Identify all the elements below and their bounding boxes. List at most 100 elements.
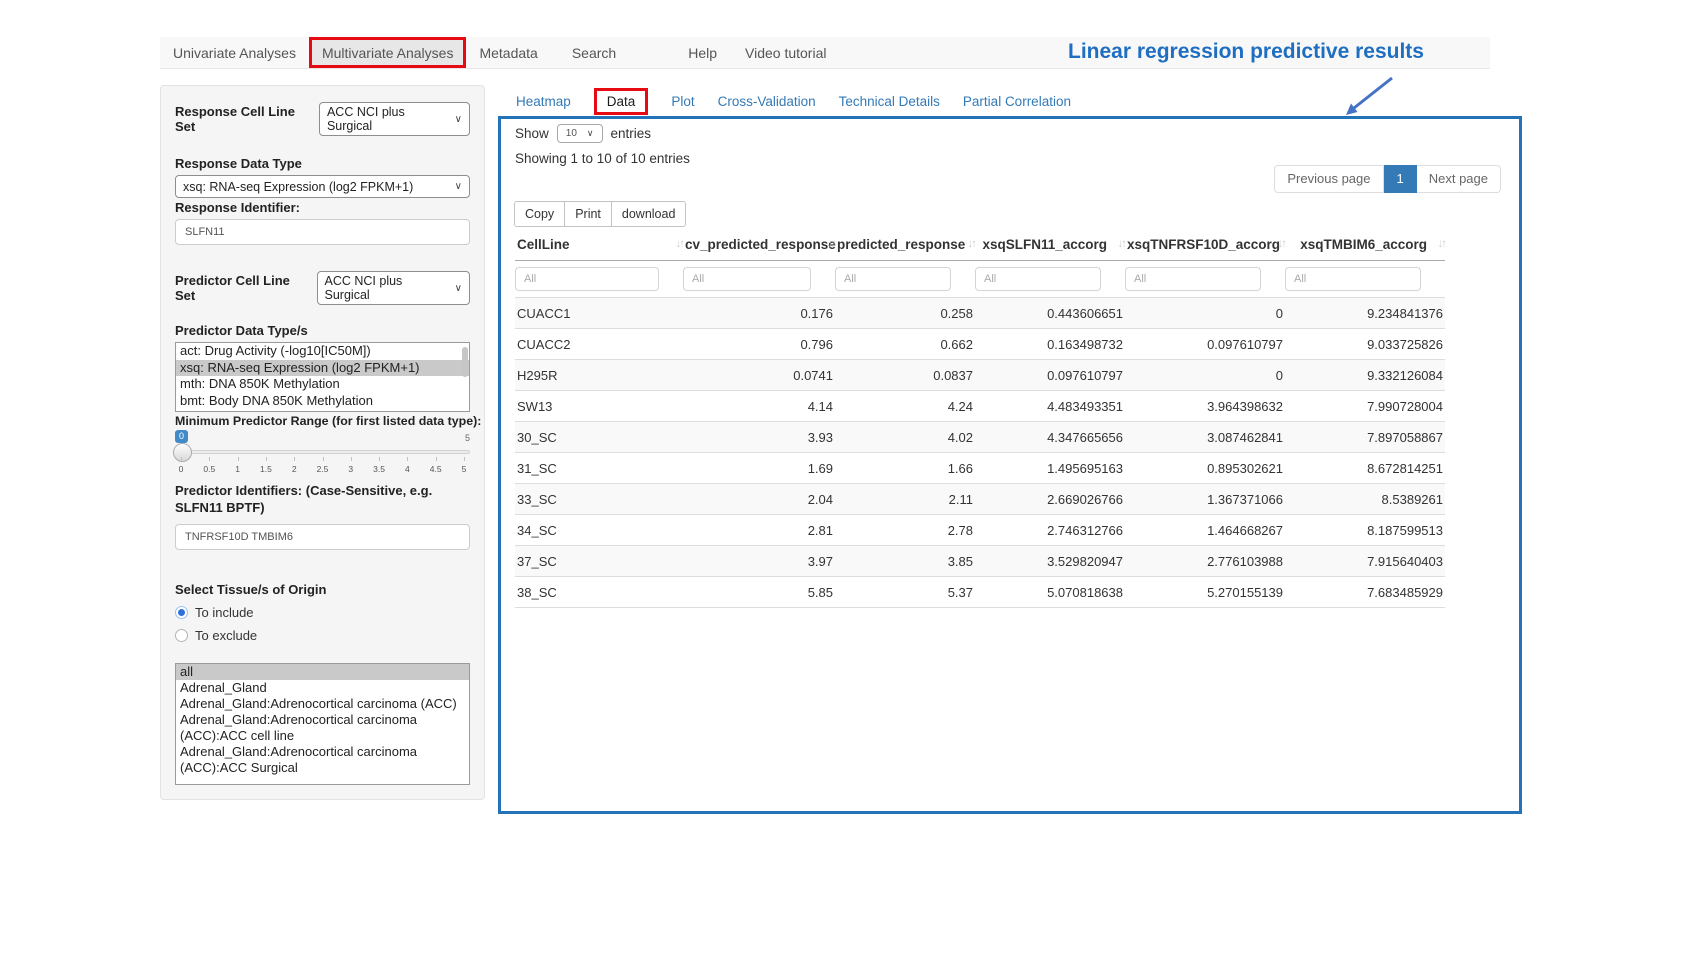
table-cell: 2.776103988	[1125, 546, 1285, 577]
tab-cross-validation[interactable]: Cross-Validation	[718, 94, 816, 109]
download-button[interactable]: download	[611, 201, 687, 227]
sort-icon[interactable]: ↓↑	[1278, 238, 1286, 250]
tissue-option[interactable]: Adrenal_Gland	[176, 680, 469, 696]
tissue-origin-radio-to-include[interactable]: To include	[175, 605, 470, 620]
column-header-cellline[interactable]: CellLine↓↑	[515, 229, 683, 261]
table-cell: 0.097610797	[975, 360, 1125, 391]
annotation-arrow-icon	[1336, 72, 1400, 122]
column-filter-cell	[835, 261, 975, 298]
table-cell: 1.464668267	[1125, 515, 1285, 546]
table-cell: CUACC2	[515, 329, 683, 360]
table-cell: 34_SC	[515, 515, 683, 546]
column-filter-input[interactable]	[975, 267, 1101, 291]
slider-tick-label: 0	[179, 464, 184, 474]
predictor-data-type-option[interactable]: bmt: Body DNA 850K Methylation	[176, 393, 469, 410]
entries-per-page-select[interactable]: 10 ∨	[557, 124, 603, 143]
sort-icon[interactable]: ↓↑	[1438, 238, 1446, 250]
column-filter-input[interactable]	[835, 267, 951, 291]
response-data-type-select[interactable]: xsq: RNA-seq Expression (log2 FPKM+1) ∨	[175, 175, 470, 198]
slider-tick-mark	[351, 457, 352, 461]
response-identifier-input[interactable]	[175, 219, 470, 245]
table-row: SW134.144.244.4834933513.9643986327.9907…	[515, 391, 1445, 422]
tab-data[interactable]: Data	[594, 88, 649, 115]
response-cell-line-set-select[interactable]: ACC NCI plus Surgical ∨	[319, 102, 470, 136]
table-row: 37_SC3.973.853.5298209472.7761039887.915…	[515, 546, 1445, 577]
predictor-data-type-option[interactable]: mth: DNA 850K Methylation	[176, 376, 469, 393]
copy-button[interactable]: Copy	[514, 201, 565, 227]
nav-item-video-tutorial[interactable]: Video tutorial	[732, 37, 839, 68]
table-cell: 33_SC	[515, 484, 683, 515]
column-filter-input[interactable]	[1285, 267, 1421, 291]
tissue-listbox[interactable]: allAdrenal_GlandAdrenal_Gland:Adrenocort…	[175, 663, 470, 785]
column-filter-input[interactable]	[683, 267, 811, 291]
predictor-cell-line-set-select[interactable]: ACC NCI plus Surgical ∨	[317, 271, 470, 305]
chevron-down-icon: ∨	[455, 181, 462, 192]
sort-icon[interactable]: ↓↑	[968, 238, 976, 250]
table-cell: SW13	[515, 391, 683, 422]
tissue-option[interactable]: Adrenal_Gland:Adrenocortical carcinoma (…	[176, 712, 469, 744]
nav-item-univariate-analyses[interactable]: Univariate Analyses	[160, 37, 309, 68]
slider-tick-mark	[323, 457, 324, 461]
tissue-option[interactable]: Adrenal_Gland:Adrenocortical carcinoma (…	[176, 744, 469, 776]
table-cell: 1.69	[683, 453, 835, 484]
current-page-button[interactable]: 1	[1384, 165, 1417, 193]
slider-track[interactable]	[175, 450, 470, 454]
tissue-option[interactable]: Adrenal_Gland:Adrenocortical carcinoma (…	[176, 696, 469, 712]
slider-tick-scale: 00.511.522.533.544.55	[181, 457, 464, 477]
tab-heatmap[interactable]: Heatmap	[516, 94, 571, 109]
tab-plot[interactable]: Plot	[671, 94, 694, 109]
app-canvas: Univariate AnalysesMultivariate Analyses…	[0, 0, 1700, 956]
tab-technical-details[interactable]: Technical Details	[839, 94, 940, 109]
min-predictor-range-slider[interactable]: 0 5 00.511.522.533.544.55	[175, 430, 470, 480]
column-filter-input[interactable]	[515, 267, 659, 291]
table-cell: 4.483493351	[975, 391, 1125, 422]
column-header-cv-predicted-response[interactable]: cv_predicted_response↓↑	[683, 229, 835, 261]
table-row: CUACC20.7960.6620.1634987320.0976107979.…	[515, 329, 1445, 360]
column-header-label: predicted_response	[837, 237, 965, 252]
column-header-xsqslfn11-accorg[interactable]: xsqSLFN11_accorg↓↑	[975, 229, 1125, 261]
chevron-down-icon: ∨	[587, 128, 594, 139]
slider-tick-mark	[407, 457, 408, 461]
column-header-xsqtnfrsf10d-accorg[interactable]: xsqTNFRSF10D_accorg↓↑	[1125, 229, 1285, 261]
sort-icon[interactable]: ↓↑	[676, 238, 684, 250]
predictor-identifiers-label: Predictor Identifiers: (Case-Sensitive, …	[175, 482, 470, 516]
column-filter-cell	[683, 261, 835, 298]
table-cell: 5.270155139	[1125, 577, 1285, 608]
column-filter-cell	[1125, 261, 1285, 298]
column-header-predicted-response[interactable]: predicted_response↓↑	[835, 229, 975, 261]
nav-item-multivariate-analyses[interactable]: Multivariate Analyses	[309, 37, 467, 68]
nav-item-help[interactable]: Help	[675, 37, 730, 68]
next-page-button[interactable]: Next page	[1417, 165, 1501, 193]
table-cell: 0.895302621	[1125, 453, 1285, 484]
tissue-origin-radio-to-exclude[interactable]: To exclude	[175, 628, 470, 643]
column-filter-input[interactable]	[1125, 267, 1261, 291]
sort-icon[interactable]: ↓↑	[1118, 238, 1126, 250]
column-header-xsqtmbim6-accorg[interactable]: xsqTMBIM6_accorg↓↑	[1285, 229, 1445, 261]
nav-item-metadata[interactable]: Metadata	[466, 37, 550, 68]
nav-item-search[interactable]: Search	[559, 37, 629, 68]
column-header-label: cv_predicted_response	[685, 237, 836, 252]
predictor-identifiers-input[interactable]	[175, 524, 470, 550]
predictor-data-type-option[interactable]: act: Drug Activity (-log10[IC50M])	[176, 343, 469, 360]
table-cell: 7.915640403	[1285, 546, 1445, 577]
tab-partial-correlation[interactable]: Partial Correlation	[963, 94, 1071, 109]
scrollbar-thumb[interactable]	[462, 347, 468, 377]
table-cell: 0.097610797	[1125, 329, 1285, 360]
predictor-data-type-option[interactable]: xsq: RNA-seq Expression (log2 FPKM+1)	[176, 360, 469, 377]
slider-tick-label: 1	[235, 464, 240, 474]
previous-page-button[interactable]: Previous page	[1274, 165, 1383, 193]
sort-icon[interactable]: ↓↑	[828, 238, 836, 250]
sidebar-panel: Response Cell Line Set ACC NCI plus Surg…	[160, 85, 485, 800]
tissue-option[interactable]: all	[176, 664, 469, 680]
slider-value-label: 0	[175, 430, 188, 443]
print-button[interactable]: Print	[564, 201, 612, 227]
table-cell: 2.78	[835, 515, 975, 546]
table-cell: 8.5389261	[1285, 484, 1445, 515]
table-cell: 2.746312766	[975, 515, 1125, 546]
table-cell: 4.14	[683, 391, 835, 422]
table-cell: 31_SC	[515, 453, 683, 484]
predictor-data-types-listbox[interactable]: act: Drug Activity (-log10[IC50M])xsq: R…	[175, 342, 470, 412]
table-cell: 7.990728004	[1285, 391, 1445, 422]
table-header-row: CellLine↓↑cv_predicted_response↓↑predict…	[515, 229, 1445, 261]
response-data-type-value: xsq: RNA-seq Expression (log2 FPKM+1)	[183, 180, 413, 194]
